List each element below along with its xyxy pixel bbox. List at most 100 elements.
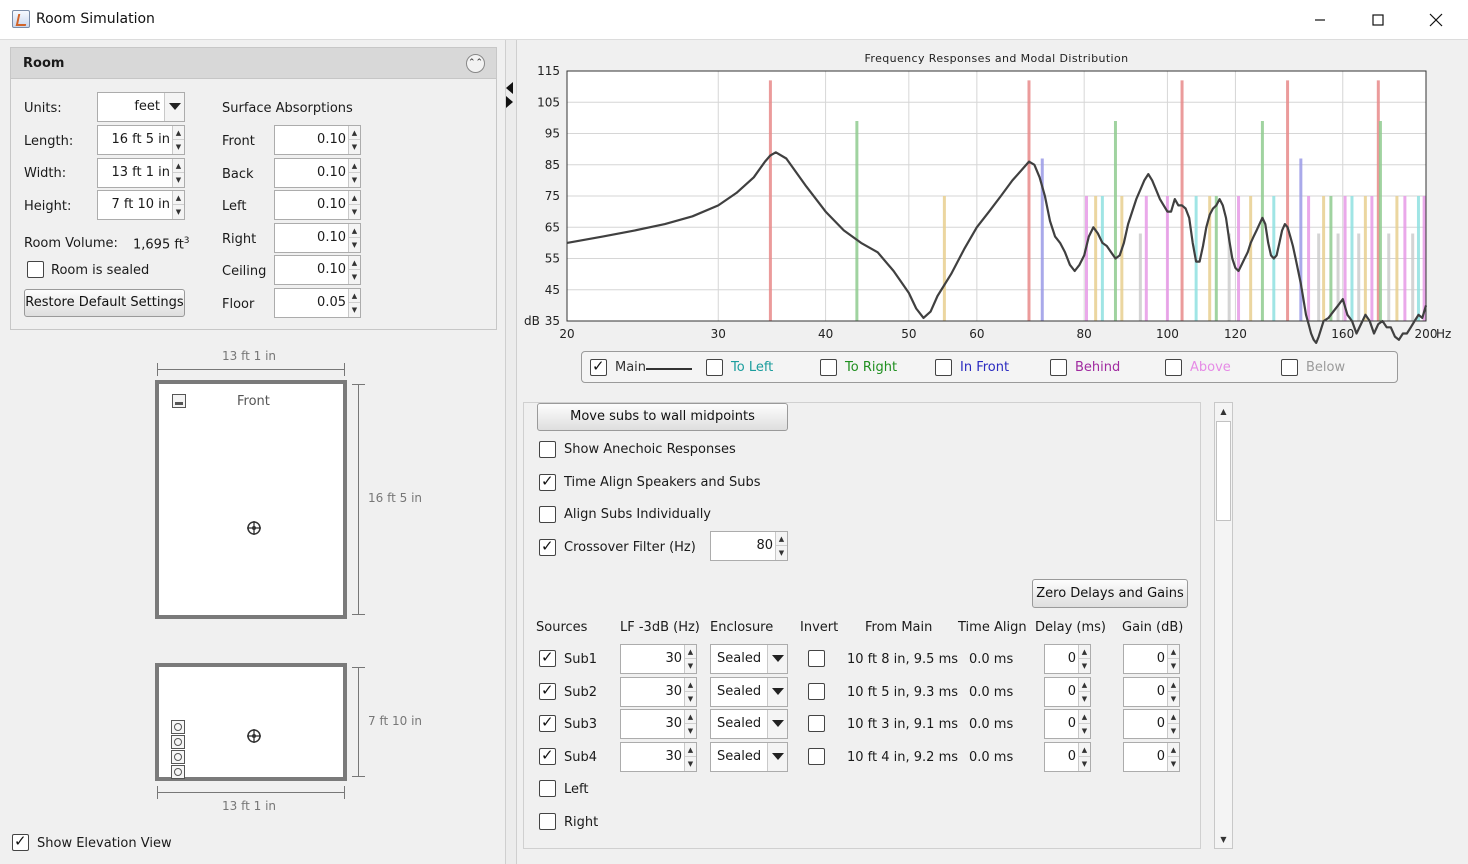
spin-up-icon[interactable]: ▲ xyxy=(173,159,184,173)
scroll-down-icon[interactable]: ▼ xyxy=(1215,831,1232,848)
scrollbar-thumb[interactable] xyxy=(1216,421,1231,521)
spin-down-icon[interactable]: ▼ xyxy=(173,140,184,154)
units-dropdown[interactable]: feet xyxy=(97,92,185,122)
height-spinner[interactable]: 7 ft 10 in ▲ ▼ xyxy=(97,190,185,220)
absorption-left-spinner[interactable]: 0.10 ▲ ▼ xyxy=(274,190,361,221)
spin-up-icon[interactable]: ▲ xyxy=(776,532,787,546)
legend-checkbox[interactable] xyxy=(1281,359,1298,376)
spin-down-icon[interactable]: ▼ xyxy=(685,757,696,771)
enclosure-dropdown[interactable]: Sealed xyxy=(710,644,788,674)
zero-delays-gains-button[interactable]: Zero Delays and Gains xyxy=(1032,579,1188,608)
chevron-down-icon[interactable] xyxy=(767,645,787,673)
room-sealed-checkbox[interactable] xyxy=(27,261,44,278)
spin-up-icon[interactable]: ▲ xyxy=(1079,743,1090,757)
legend-checkbox[interactable] xyxy=(820,359,837,376)
delay-spinner[interactable]: 0 ▲ ▼ xyxy=(1044,676,1091,707)
delay-spinner[interactable]: 0 ▲ ▼ xyxy=(1044,644,1091,674)
spin-down-icon[interactable]: ▼ xyxy=(1168,692,1179,706)
absorption-floor-spinner[interactable]: 0.05 ▲ ▼ xyxy=(274,288,361,318)
listener-position-icon[interactable] xyxy=(246,520,262,536)
spin-down-icon[interactable]: ▼ xyxy=(1079,692,1090,706)
spin-down-icon[interactable]: ▼ xyxy=(1168,757,1179,771)
spin-down-icon[interactable]: ▼ xyxy=(1079,757,1090,771)
spin-up-icon[interactable]: ▲ xyxy=(349,224,360,238)
delay-spinner[interactable]: 0 ▲ ▼ xyxy=(1044,741,1091,772)
gain-spinner[interactable]: 0 ▲ ▼ xyxy=(1123,741,1180,772)
crossover-spinner[interactable]: 80 ▲ ▼ xyxy=(710,531,788,561)
spin-up-icon[interactable]: ▲ xyxy=(685,678,696,692)
option-checkbox[interactable] xyxy=(539,537,556,556)
spin-down-icon[interactable]: ▼ xyxy=(173,205,184,219)
spin-down-icon[interactable]: ▼ xyxy=(349,238,360,252)
subwoofer-icon[interactable] xyxy=(171,750,185,764)
option-checkbox[interactable] xyxy=(539,506,556,524)
invert-checkbox[interactable] xyxy=(808,650,825,667)
show-elevation-checkbox[interactable] xyxy=(12,832,29,851)
chevron-down-icon[interactable] xyxy=(767,742,787,771)
absorption-ceiling-spinner[interactable]: 0.10 ▲ ▼ xyxy=(274,255,361,286)
spin-up-icon[interactable]: ▲ xyxy=(1168,678,1179,692)
collapse-icon[interactable]: ⌃⌃ xyxy=(466,54,485,73)
spin-up-icon[interactable]: ▲ xyxy=(1168,645,1179,659)
spin-down-icon[interactable]: ▼ xyxy=(1168,724,1179,738)
lf-spinner[interactable]: 30 ▲ ▼ xyxy=(620,676,697,707)
source-row-sub3-checkbox[interactable] xyxy=(539,713,556,733)
spin-down-icon[interactable]: ▼ xyxy=(776,546,787,560)
spin-up-icon[interactable]: ▲ xyxy=(1079,678,1090,692)
spin-down-icon[interactable]: ▼ xyxy=(349,303,360,317)
spin-up-icon[interactable]: ▲ xyxy=(173,126,184,140)
spin-down-icon[interactable]: ▼ xyxy=(1168,659,1179,673)
spin-down-icon[interactable]: ▼ xyxy=(685,724,696,738)
expand-right-icon[interactable] xyxy=(506,96,513,108)
spin-up-icon[interactable]: ▲ xyxy=(685,645,696,659)
gain-spinner[interactable]: 0 ▲ ▼ xyxy=(1123,644,1180,674)
split-pane-divider[interactable] xyxy=(505,40,517,864)
maximize-button[interactable] xyxy=(1349,0,1407,40)
legend-checkbox[interactable] xyxy=(590,357,607,376)
lf-spinner[interactable]: 30 ▲ ▼ xyxy=(620,741,697,772)
spin-up-icon[interactable]: ▲ xyxy=(349,191,360,206)
gain-spinner[interactable]: 0 ▲ ▼ xyxy=(1123,676,1180,707)
source-row-right-checkbox[interactable] xyxy=(539,812,556,830)
invert-checkbox[interactable] xyxy=(808,747,825,765)
chevron-down-icon[interactable] xyxy=(767,710,787,739)
subwoofer-icon[interactable] xyxy=(171,720,185,734)
subwoofer-icon[interactable] xyxy=(171,735,185,749)
spin-up-icon[interactable]: ▲ xyxy=(1168,710,1179,725)
spin-up-icon[interactable]: ▲ xyxy=(1079,710,1090,725)
spin-up-icon[interactable]: ▲ xyxy=(685,710,696,725)
option-checkbox[interactable] xyxy=(539,441,556,458)
absorption-back-spinner[interactable]: 0.10 ▲ ▼ xyxy=(274,157,361,188)
spin-up-icon[interactable]: ▲ xyxy=(1168,743,1179,757)
source-row-sub4-checkbox[interactable] xyxy=(539,746,556,765)
option-checkbox[interactable] xyxy=(539,472,556,491)
spin-down-icon[interactable]: ▼ xyxy=(349,173,360,187)
collapse-left-icon[interactable] xyxy=(506,82,513,94)
spin-up-icon[interactable]: ▲ xyxy=(173,191,184,205)
lf-spinner[interactable]: 30 ▲ ▼ xyxy=(620,709,697,740)
gain-spinner[interactable]: 0 ▲ ▼ xyxy=(1123,709,1180,740)
spin-down-icon[interactable]: ▼ xyxy=(1079,659,1090,673)
restore-defaults-button[interactable]: Restore Default Settings xyxy=(24,289,185,317)
source-row-sub2-checkbox[interactable] xyxy=(539,681,556,700)
subwoofer-icon[interactable] xyxy=(171,765,185,779)
legend-checkbox[interactable] xyxy=(706,359,723,376)
length-spinner[interactable]: 16 ft 5 in ▲ ▼ xyxy=(97,125,185,155)
room-plan-view[interactable]: Front xyxy=(155,380,347,619)
room-elevation-view[interactable] xyxy=(155,663,347,781)
listener-position-icon[interactable] xyxy=(246,728,262,744)
delay-spinner[interactable]: 0 ▲ ▼ xyxy=(1044,709,1091,740)
vertical-scrollbar[interactable]: ▲ ▼ xyxy=(1214,402,1233,849)
spin-down-icon[interactable]: ▼ xyxy=(349,270,360,284)
minimize-button[interactable] xyxy=(1291,0,1349,40)
chevron-down-icon[interactable] xyxy=(767,677,787,706)
spin-down-icon[interactable]: ▼ xyxy=(685,692,696,706)
speaker-icon[interactable] xyxy=(172,394,186,408)
legend-checkbox[interactable] xyxy=(1165,359,1182,376)
spin-up-icon[interactable]: ▲ xyxy=(685,743,696,757)
invert-checkbox[interactable] xyxy=(808,682,825,700)
legend-checkbox[interactable] xyxy=(935,359,952,376)
lf-spinner[interactable]: 30 ▲ ▼ xyxy=(620,644,697,674)
enclosure-dropdown[interactable]: Sealed xyxy=(710,709,788,740)
room-panel-header[interactable]: Room ⌃⌃ xyxy=(11,48,496,79)
